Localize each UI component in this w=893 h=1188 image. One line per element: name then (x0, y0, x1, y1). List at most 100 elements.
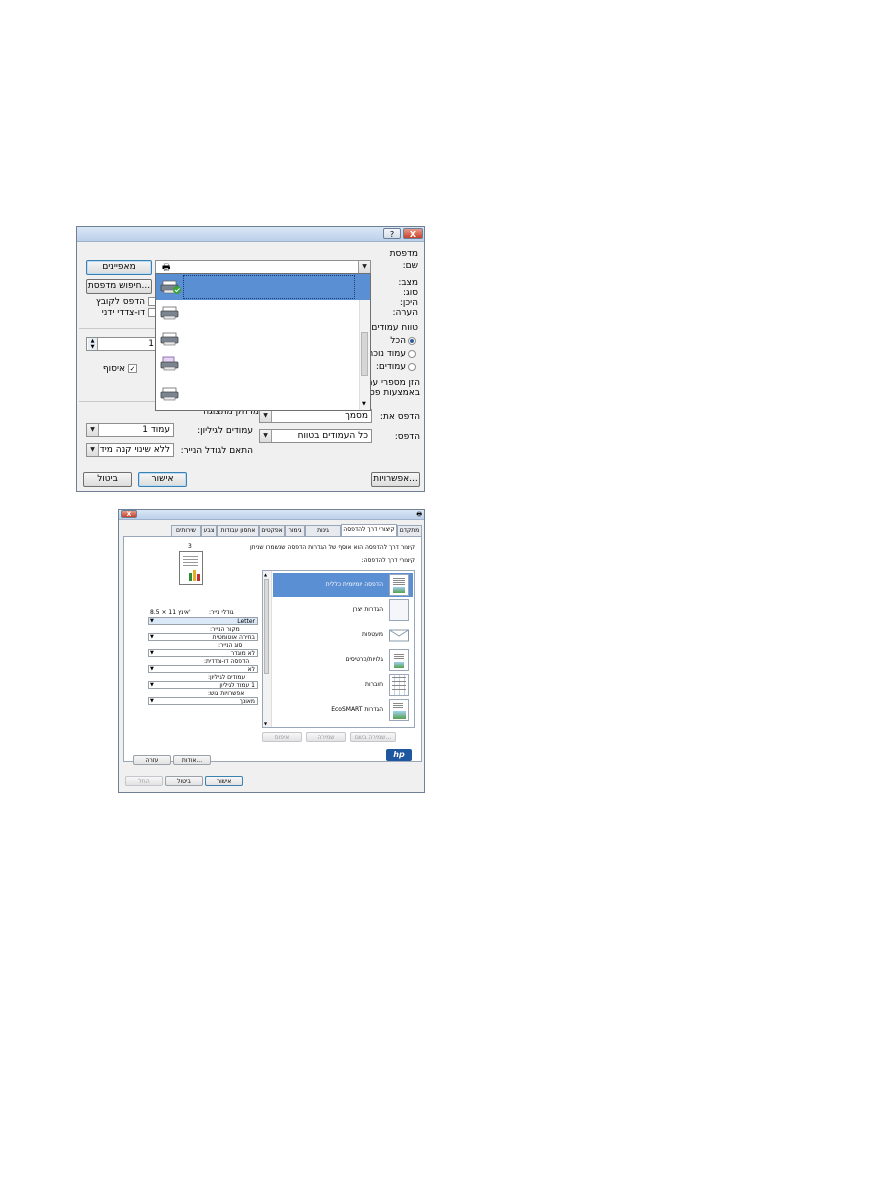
range-hint-2: באמצעות פס (369, 388, 420, 398)
shortcut-label: חוברות (365, 681, 383, 688)
properties-button[interactable]: מאפיינים (86, 260, 152, 275)
hp-logo: hp (386, 749, 412, 761)
pages-per-sheet-select[interactable]: ▼ עמוד 1 (86, 423, 174, 437)
chevron-down-icon[interactable]: ▼ (150, 698, 154, 704)
print-what-label: הדפס את: (379, 412, 420, 422)
chevron-down-icon[interactable]: ▼ (260, 430, 272, 442)
print-select[interactable]: ▼ כל העמודים בטווח (259, 429, 372, 443)
tab-panel: קיצור דרך להדפסה הוא אוסף של הגדרות הדפס… (123, 536, 422, 762)
scale-select[interactable]: ▼ ללא שינוי קנה מידה (86, 443, 174, 457)
save-button[interactable]: שמירה (306, 732, 346, 742)
paper-type-label: סוג הנייר: (218, 642, 243, 649)
chevron-down-icon[interactable]: ▼ (358, 261, 370, 273)
paper-size-label: גודלי נייר: (209, 609, 234, 616)
printer-group-label: מדפסת (389, 249, 418, 259)
tab-services[interactable]: שירותים (171, 525, 201, 536)
window-icon: 🖶 (416, 511, 422, 518)
help-button[interactable]: עזרה (133, 755, 171, 765)
copies-spinner[interactable]: ▲ ▼ 1 (86, 337, 158, 351)
shortcut-label: הגדרות יצרן (352, 606, 383, 613)
printer-list-item[interactable] (156, 378, 370, 404)
chevron-down-icon[interactable]: ▼ (150, 666, 154, 672)
shortcut-label: הדפסה יומיומית כללית (325, 581, 383, 588)
paper-source-value: בחירה אוטומטית (212, 634, 255, 641)
paper-size-select[interactable]: ▼ Letter (148, 617, 258, 625)
shortcuts-list[interactable]: ▲ ▼ הדפסה יומיומית כללית הגדרות יצרן מעט… (262, 570, 415, 728)
orientation-select[interactable]: ▼ מאונך (148, 697, 258, 705)
printer-dropdown-list[interactable]: ▲ ▼ (155, 273, 371, 411)
printer-list-item[interactable] (156, 326, 370, 352)
tab-color[interactable]: צבע (201, 525, 217, 536)
scroll-down-icon[interactable]: ▼ (264, 721, 267, 726)
tab-effects[interactable]: אפקטים (259, 525, 285, 536)
apply-button[interactable]: החל (125, 776, 163, 786)
shortcut-label: גלויות/כרטיסים (345, 656, 383, 663)
preview-bar-3 (197, 574, 200, 581)
delete-button[interactable]: איפוס (262, 732, 302, 742)
cancel-button[interactable]: ביטול (83, 472, 132, 487)
current-page-radio[interactable] (408, 350, 416, 358)
tab-advanced[interactable]: מתקדם (397, 525, 422, 536)
scroll-thumb[interactable] (264, 579, 269, 674)
preview-bar-2 (193, 570, 196, 581)
about-button[interactable]: אודות... (173, 755, 211, 765)
paper-source-select[interactable]: ▼ בחירה אוטומטית (148, 633, 258, 641)
shortcut-item-envelopes[interactable]: מעטפות (273, 623, 413, 647)
shortcuts-scrollbar[interactable]: ▲ ▼ (263, 571, 272, 727)
shortcut-item-general-everyday[interactable]: הדפסה יומיומית כללית (273, 573, 413, 597)
pages-per-sheet-select[interactable]: ▼ 1 עמוד לגיליון (148, 681, 258, 689)
spinner-arrows-icon[interactable]: ▲ ▼ (88, 338, 98, 350)
chevron-down-icon[interactable]: ▼ (87, 424, 99, 436)
printer-name-select[interactable]: 🖶 ▼ (155, 260, 371, 274)
printer-list-item[interactable] (156, 352, 370, 378)
close-button[interactable]: X (403, 228, 423, 239)
printer-icon (160, 387, 179, 401)
icon-lines (393, 578, 405, 586)
duplex-select[interactable]: ▼ לא (148, 665, 258, 673)
help-button[interactable]: ? (383, 228, 401, 239)
print-to-file-label: הדפס לקובץ (95, 297, 145, 307)
options-button[interactable]: אפשרויות... (371, 472, 420, 487)
all-pages-radio[interactable] (408, 337, 416, 345)
tab-printing-shortcuts[interactable]: קיצורי דרך להדפסה (341, 524, 397, 536)
preview-page-number: 3 (188, 543, 192, 550)
paper-type-select[interactable]: ▼ לא מוגדר (148, 649, 258, 657)
shortcut-item-factory-defaults[interactable]: הגדרות יצרן (273, 598, 413, 622)
shortcut-item-postcards[interactable]: גלויות/כרטיסים (273, 648, 413, 672)
where-label: היכן: (399, 298, 418, 308)
duplex-label: הדפסה דו-צדדית: (204, 658, 250, 665)
shortcut-item-booklets[interactable]: חוברות (273, 673, 413, 697)
tab-paper[interactable]: גינות (305, 525, 341, 536)
cancel-button[interactable]: ביטול (165, 776, 203, 786)
print-what-select[interactable]: ▼ מסמך (259, 409, 372, 423)
fax-printer-icon (160, 356, 179, 371)
duplex-value: לא (247, 666, 255, 673)
printer-list-item-selected[interactable] (156, 274, 370, 300)
find-printer-button[interactable]: חיפוש מדפסת... (86, 279, 152, 294)
chevron-down-icon[interactable]: ▼ (150, 650, 154, 656)
printer-icon (160, 306, 179, 320)
tab-finishing[interactable]: גימור (285, 525, 305, 536)
collate-checkbox[interactable]: ✓ (128, 364, 137, 373)
scroll-up-icon[interactable]: ▲ (264, 572, 267, 577)
shortcut-label: הגדרות EcoSMART (331, 706, 383, 713)
chevron-down-icon[interactable]: ▼ (87, 444, 99, 456)
printer-default-icon (160, 280, 181, 294)
chevron-down-icon[interactable]: ▼ (150, 682, 154, 688)
chevron-down-icon[interactable]: ▼ (150, 618, 154, 624)
close-button[interactable]: X (121, 510, 137, 518)
tab-job-storage[interactable]: אחסון עבודות (217, 525, 259, 536)
pages-radio[interactable] (408, 363, 416, 371)
title-bar: X 🖶 (119, 510, 424, 520)
ok-button[interactable]: אישור (138, 472, 187, 487)
scale-value: ללא שינוי קנה מידה (93, 445, 170, 455)
shortcut-item-ecosmart[interactable]: הגדרות EcoSMART (273, 698, 413, 722)
chevron-down-icon[interactable]: ▼ (260, 410, 272, 422)
paper-size-dim: 8.5 × 11 אינץ' (150, 609, 191, 616)
collate-label: איסוף (102, 364, 125, 374)
ok-button[interactable]: אישור (205, 776, 243, 786)
printer-list-item[interactable] (156, 300, 370, 326)
chevron-down-icon[interactable]: ▼ (150, 634, 154, 640)
icon-picture (393, 587, 405, 593)
save-as-button[interactable]: שמירה בשם... (350, 732, 396, 742)
